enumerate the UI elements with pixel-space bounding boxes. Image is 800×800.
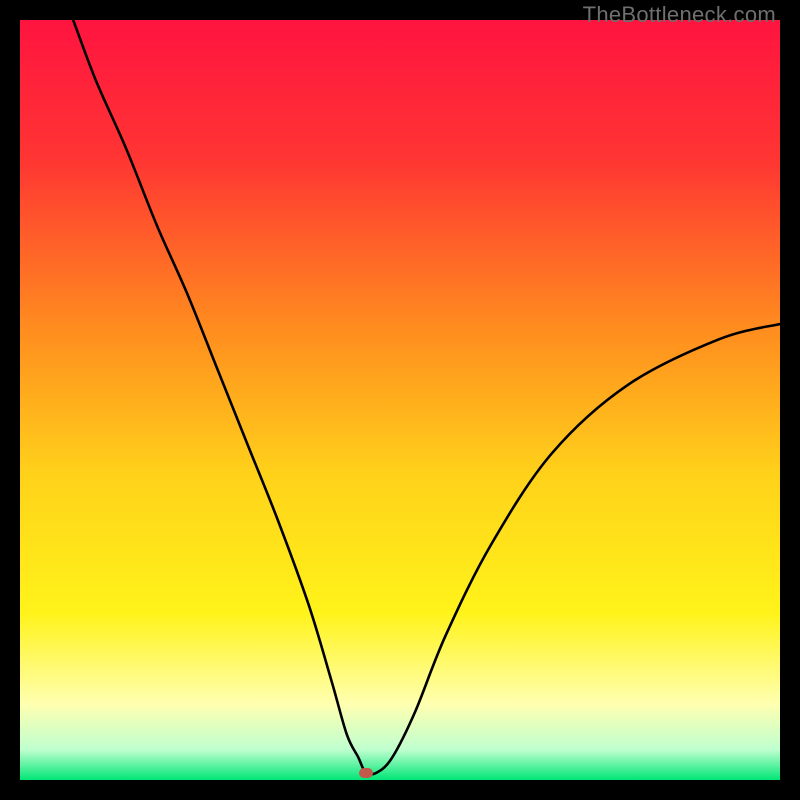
- bottleneck-curve: [20, 20, 780, 780]
- plot-area: [20, 20, 780, 780]
- watermark-text: TheBottleneck.com: [583, 2, 776, 28]
- optimum-marker: [359, 768, 373, 778]
- chart-frame: TheBottleneck.com: [0, 0, 800, 800]
